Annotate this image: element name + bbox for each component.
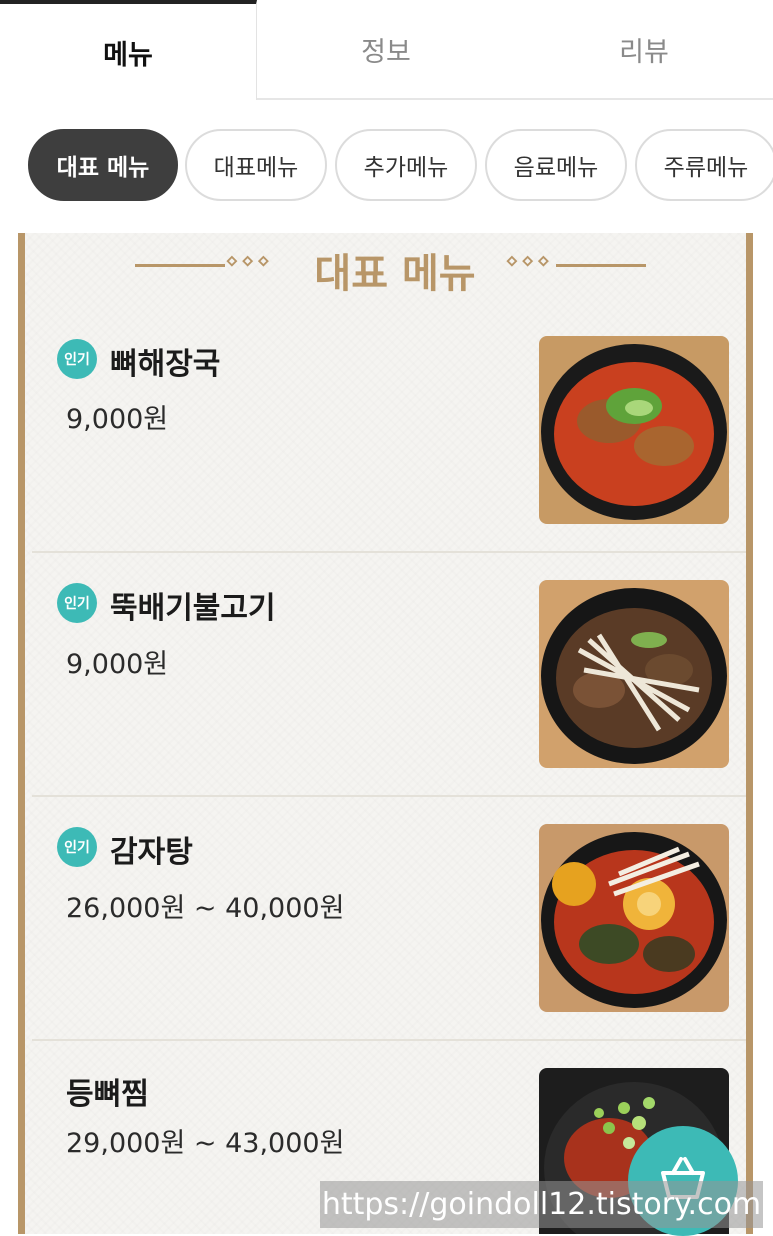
ornament-line-left bbox=[135, 264, 225, 267]
board-title: 대표 메뉴 bbox=[314, 251, 476, 297]
popular-badge: 인기 bbox=[57, 827, 97, 867]
chip-signature-menu[interactable]: 대표메뉴 bbox=[185, 129, 327, 201]
menu-item[interactable]: 인기 뚝배기불고기 9,000원 bbox=[32, 553, 746, 797]
ornament-line-right bbox=[556, 264, 646, 267]
menu-item-name: 뼈해장국 bbox=[110, 347, 221, 382]
chip-signature-menu-active[interactable]: 대표 메뉴 bbox=[28, 129, 178, 201]
menu-item-price: 9,000원 bbox=[66, 404, 169, 435]
menu-item-name: 등뼈찜 bbox=[66, 1077, 149, 1112]
tab-review[interactable]: 리뷰 bbox=[515, 0, 773, 100]
board-header: ⋄⋄⋄ 대표 메뉴 ⋄⋄⋄ bbox=[25, 233, 746, 298]
menu-item-name: 뚝배기불고기 bbox=[110, 591, 276, 626]
menu-item[interactable]: 인기 감자탕 26,000원 ~ 40,000원 bbox=[32, 797, 746, 1041]
popular-badge: 인기 bbox=[57, 339, 97, 379]
ornament-dots-right: ⋄⋄⋄ bbox=[505, 249, 553, 274]
tab-info[interactable]: 정보 bbox=[257, 0, 515, 100]
chip-drink-menu[interactable]: 음료메뉴 bbox=[485, 129, 627, 201]
chip-extra-menu[interactable]: 추가메뉴 bbox=[335, 129, 477, 201]
menu-item[interactable]: 인기 뼈해장국 9,000원 bbox=[32, 311, 746, 553]
menu-item-price: 9,000원 bbox=[66, 649, 169, 680]
popular-badge: 인기 bbox=[57, 583, 97, 623]
chip-liquor-menu[interactable]: 주류메뉴 bbox=[635, 129, 773, 201]
tab-menu[interactable]: 메뉴 bbox=[0, 0, 257, 100]
bulgogi-hotpot-photo bbox=[539, 580, 729, 768]
menu-item-price: 29,000원 ~ 43,000원 bbox=[66, 1128, 345, 1159]
menu-item-price: 26,000원 ~ 40,000원 bbox=[66, 893, 345, 924]
menu-board: ⋄⋄⋄ 대표 메뉴 ⋄⋄⋄ 인기 뼈해장국 9,000원 인기 뚝배기불고기 9… bbox=[18, 233, 753, 1234]
bone-soup-photo bbox=[539, 336, 729, 524]
category-chip-row: 대표 메뉴 대표메뉴 추가메뉴 음료메뉴 주류메뉴 bbox=[0, 100, 773, 233]
menu-item-name: 감자탕 bbox=[110, 835, 193, 870]
gamjatang-photo bbox=[539, 824, 729, 1012]
tab-bar: 메뉴 정보 리뷰 bbox=[0, 0, 773, 100]
watermark-url: https://goindoll12.tistory.com bbox=[320, 1181, 763, 1228]
ornament-dots-left: ⋄⋄⋄ bbox=[225, 249, 273, 274]
